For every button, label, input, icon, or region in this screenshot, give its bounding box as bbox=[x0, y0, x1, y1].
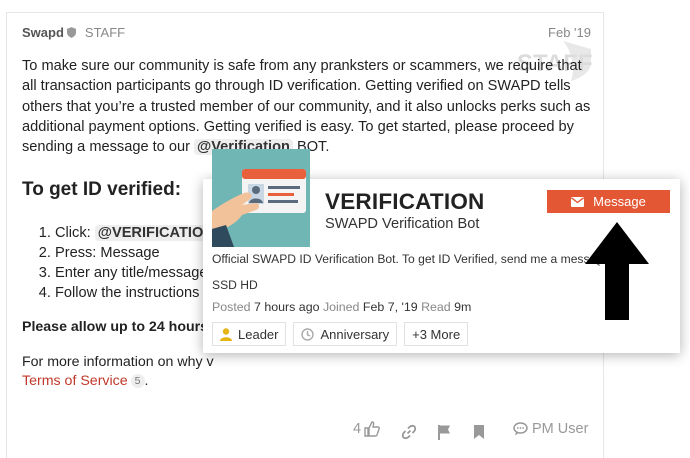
more-info-text: For more information on why v bbox=[22, 354, 214, 370]
envelope-icon bbox=[571, 196, 585, 207]
card-stats: Posted 7 hours ago Joined Feb 7, '19 Rea… bbox=[212, 300, 472, 314]
like-button[interactable]: 4 bbox=[353, 421, 380, 437]
badge-anniversary[interactable]: Anniversary bbox=[293, 322, 398, 346]
chat-icon bbox=[513, 422, 528, 436]
post-header: Swapd STAFF bbox=[22, 25, 125, 40]
message-button[interactable]: Message bbox=[547, 190, 670, 213]
read-value: 9m bbox=[454, 300, 472, 314]
pm-user-button[interactable]: PM User bbox=[513, 421, 588, 437]
card-bio: Official SWAPD ID Verification Bot. To g… bbox=[212, 252, 600, 266]
thumbs-up-icon bbox=[364, 421, 380, 437]
more-info: For more information on why v Terms of S… bbox=[22, 354, 214, 389]
staff-flair: STAFF bbox=[84, 25, 126, 40]
joined-value: Feb 7, '19 bbox=[362, 300, 418, 314]
card-bio-line2: SSD HD bbox=[212, 278, 258, 292]
clock-icon bbox=[301, 327, 315, 341]
card-name[interactable]: VERIFICATION bbox=[325, 189, 484, 215]
arrow-up-icon bbox=[585, 222, 649, 320]
user-icon bbox=[220, 327, 232, 341]
id-card-icon bbox=[212, 149, 310, 247]
badge-more[interactable]: +3 More bbox=[404, 322, 469, 346]
verification-mention-step[interactable]: @VERIFICATION bbox=[94, 225, 217, 241]
posted-value: 7 hours ago bbox=[254, 300, 320, 314]
message-button-label: Message bbox=[593, 194, 646, 209]
username[interactable]: Swapd bbox=[22, 25, 64, 40]
wait-note: Please allow up to 24 hours bbox=[22, 319, 209, 335]
avatar[interactable] bbox=[212, 149, 310, 247]
section-heading: To get ID verified: bbox=[22, 179, 182, 200]
user-badges: Leader Anniversary +3 More bbox=[212, 322, 469, 346]
post-body: To make sure our community is safe from … bbox=[22, 56, 592, 157]
post-actions: 4 PM User bbox=[7, 421, 603, 445]
like-count: 4 bbox=[353, 421, 362, 437]
link-click-count: 5 bbox=[130, 374, 145, 388]
bookmark-icon[interactable] bbox=[473, 424, 485, 440]
link-icon[interactable] bbox=[401, 424, 417, 440]
tos-link[interactable]: Terms of Service bbox=[22, 373, 128, 389]
shield-icon bbox=[66, 27, 76, 38]
flag-icon[interactable] bbox=[437, 424, 452, 440]
card-subtitle: SWAPD Verification Bot bbox=[325, 216, 480, 232]
pm-user-label: PM User bbox=[532, 421, 589, 437]
badge-leader[interactable]: Leader bbox=[212, 322, 287, 346]
post-date[interactable]: Feb '19 bbox=[548, 25, 591, 40]
